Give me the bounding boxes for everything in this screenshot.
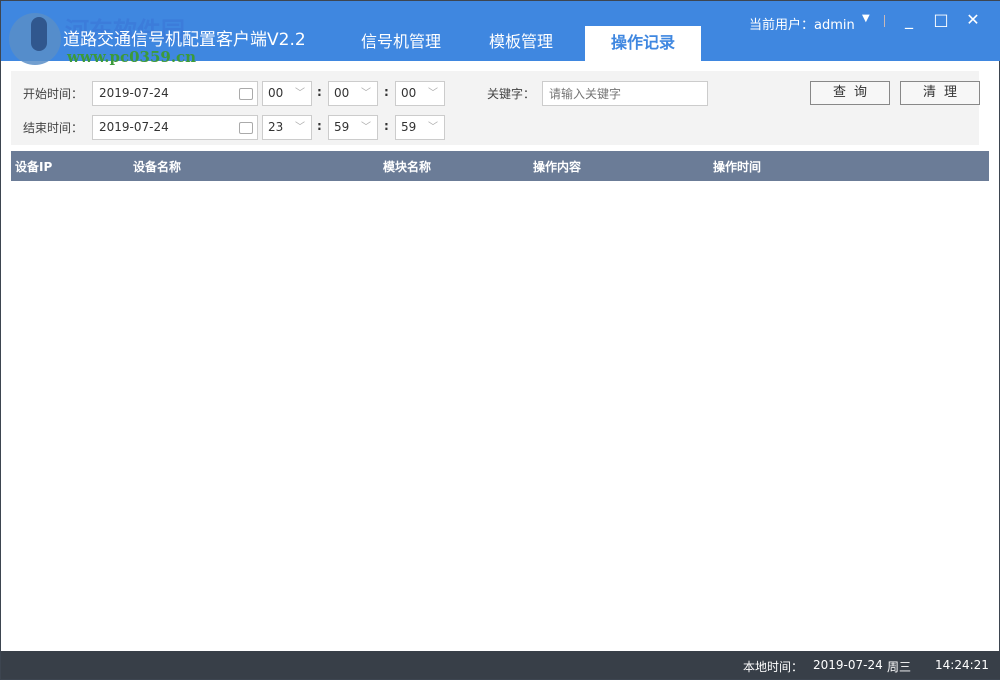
- tab-signal-management[interactable]: 信号机管理: [343, 23, 459, 61]
- colon: :: [317, 85, 322, 99]
- column-module-name: 模块名称: [383, 158, 431, 175]
- start-time-label: 开始时间：: [23, 85, 83, 102]
- user-name: admin: [814, 18, 855, 33]
- start-date-value: 2019-07-24: [99, 86, 169, 100]
- table-header: 设备IP 设备名称 模块名称 操作内容 操作时间: [11, 151, 989, 181]
- calendar-icon[interactable]: [239, 88, 253, 100]
- end-second-value: 59: [401, 120, 416, 134]
- minimize-icon[interactable]: _: [899, 10, 919, 29]
- close-icon[interactable]: ✕: [963, 10, 983, 29]
- keyword-label: 关键字：: [487, 85, 535, 102]
- chevron-down-icon: ﹀: [428, 116, 438, 139]
- start-minute-value: 00: [334, 86, 349, 100]
- title-bar: 河东软件园 道路交通信号机配置客户端V2.2 www.pc0359.cn 信号机…: [1, 1, 1000, 61]
- column-device-name: 设备名称: [133, 158, 181, 175]
- start-hour-select[interactable]: 00 ﹀: [262, 81, 312, 106]
- status-date: 2019-07-24: [813, 658, 883, 672]
- status-weekday: 周三: [887, 658, 911, 675]
- end-minute-select[interactable]: 59 ﹀: [328, 115, 378, 140]
- chevron-down-icon: ﹀: [428, 82, 438, 105]
- end-hour-value: 23: [268, 120, 283, 134]
- clear-button[interactable]: 清理: [900, 81, 980, 105]
- end-minute-value: 59: [334, 120, 349, 134]
- tab-operation-log[interactable]: 操作记录: [585, 23, 701, 61]
- status-bar: 本地时间： 2019-07-24 周三 14:24:21: [1, 651, 1000, 679]
- app-title: 道路交通信号机配置客户端V2.2: [63, 25, 306, 50]
- end-date-value: 2019-07-24: [99, 120, 169, 134]
- keyword-input[interactable]: [542, 81, 708, 106]
- watermark-url: www.pc0359.cn: [67, 48, 196, 66]
- app-logo-icon: [9, 13, 61, 65]
- chevron-down-icon: ﹀: [361, 116, 371, 139]
- start-date-input[interactable]: 2019-07-24: [92, 81, 258, 106]
- start-second-value: 00: [401, 86, 416, 100]
- divider: [884, 15, 885, 27]
- colon: :: [317, 119, 322, 133]
- end-second-select[interactable]: 59 ﹀: [395, 115, 445, 140]
- current-user: 当前用户：admin: [749, 14, 855, 33]
- maximize-icon[interactable]: □: [931, 10, 951, 29]
- end-date-input[interactable]: 2019-07-24: [92, 115, 258, 140]
- colon: :: [384, 119, 389, 133]
- user-dropdown-icon[interactable]: ▼: [862, 13, 870, 24]
- column-operation-content: 操作内容: [533, 158, 581, 175]
- column-operation-time: 操作时间: [713, 158, 761, 175]
- start-hour-value: 00: [268, 86, 283, 100]
- chevron-down-icon: ﹀: [361, 82, 371, 105]
- start-minute-select[interactable]: 00 ﹀: [328, 81, 378, 106]
- column-device-ip: 设备IP: [15, 158, 52, 175]
- user-label: 当前用户：: [749, 18, 814, 33]
- local-time-label: 本地时间：: [743, 658, 803, 675]
- end-hour-select[interactable]: 23 ﹀: [262, 115, 312, 140]
- calendar-icon[interactable]: [239, 122, 253, 134]
- colon: :: [384, 85, 389, 99]
- tab-template-management[interactable]: 模板管理: [463, 23, 579, 61]
- chevron-down-icon: ﹀: [295, 82, 305, 105]
- end-time-label: 结束时间：: [23, 119, 83, 136]
- start-second-select[interactable]: 00 ﹀: [395, 81, 445, 106]
- query-button[interactable]: 查询: [810, 81, 890, 105]
- status-time: 14:24:21: [935, 658, 989, 672]
- chevron-down-icon: ﹀: [295, 116, 305, 139]
